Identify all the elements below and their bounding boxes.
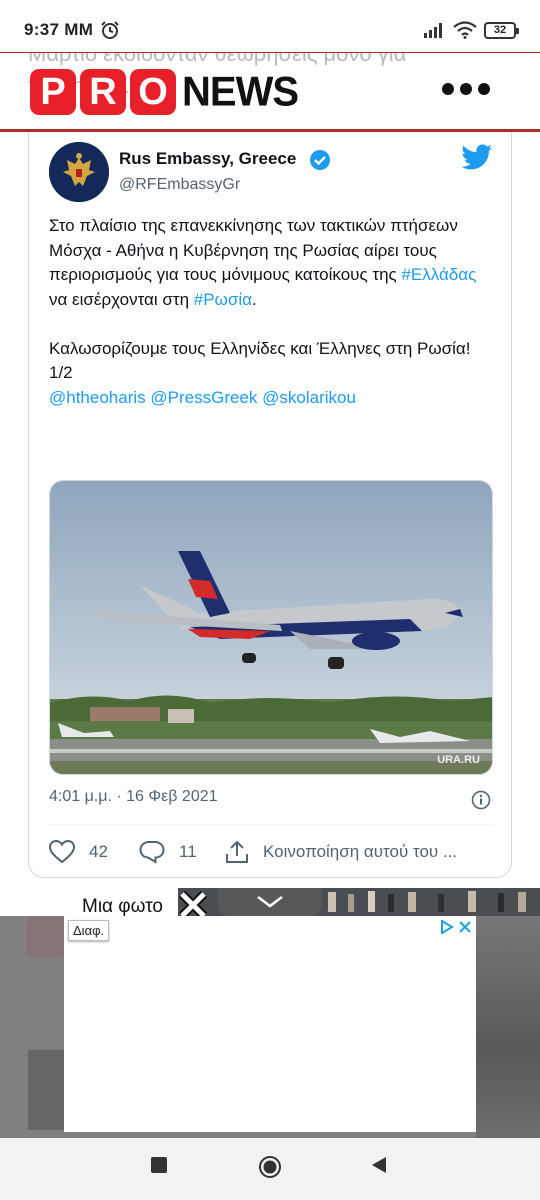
wifi-icon	[453, 21, 477, 39]
close-ad-icon[interactable]	[458, 920, 472, 934]
share-icon	[226, 840, 248, 863]
image-watermark: URA.RU	[437, 754, 480, 766]
instagram-icon	[26, 916, 66, 958]
recents-icon[interactable]	[150, 1156, 168, 1174]
alarm-icon	[101, 21, 119, 39]
backdrop-shadow	[28, 1050, 66, 1130]
info-icon[interactable]	[471, 790, 491, 810]
logo-letter: P	[30, 69, 76, 115]
tweet-text-segment: Στο πλαίσιο της επανεκκίνησης των τακτικ…	[49, 216, 458, 284]
logo-word: NEWS	[182, 68, 299, 115]
ad-choices[interactable]	[440, 920, 472, 934]
like-button[interactable]: 42	[49, 840, 108, 864]
battery-icon: 32	[484, 22, 519, 39]
verified-icon	[310, 150, 330, 170]
tweet-text-segment: να εισέρχονται στη	[49, 289, 194, 309]
system-navigation-bar	[0, 1138, 540, 1200]
share-label: Κοινοποίηση αυτού του ...	[263, 842, 458, 861]
status-bar: 9:37 MM 32	[0, 0, 540, 52]
site-header: Μαρτίο εκδίδονταν θεωρήσεις μόνο για τ τ…	[0, 52, 540, 132]
ad-label: Διαφ.	[68, 920, 110, 941]
hashtag-link[interactable]: #Ρωσία	[194, 290, 252, 309]
logo-letter: O	[130, 69, 176, 115]
heart-icon	[49, 840, 75, 864]
back-icon[interactable]	[370, 1156, 388, 1174]
ghost-article-text: Μαρτίο εκδίδονταν θεωρήσεις μόνο για	[28, 52, 407, 66]
more-menu-button[interactable]	[442, 83, 490, 95]
twitter-icon[interactable]	[461, 144, 493, 172]
mention-link[interactable]: @PressGreek	[150, 388, 257, 407]
airplane-takeoff-photo	[50, 481, 492, 774]
tweet-timestamp[interactable]: 4:01 μ.μ. · 16 Φεβ 2021	[49, 788, 218, 806]
hashtag-link[interactable]: #Ελλάδας	[401, 265, 476, 284]
like-count: 42	[89, 842, 108, 861]
advertisement[interactable]: Διαφ.	[64, 916, 476, 1132]
home-icon[interactable]	[258, 1155, 282, 1179]
mention-link[interactable]: @htheoharis	[49, 388, 146, 407]
dot-icon	[460, 83, 472, 95]
backdrop-photo	[476, 916, 540, 1138]
tweet-text-segment: .	[251, 289, 257, 309]
chevron-down-icon	[257, 896, 283, 908]
divider	[49, 824, 493, 825]
dot-icon	[478, 83, 490, 95]
adchoices-icon[interactable]	[440, 920, 454, 934]
reply-icon	[139, 841, 165, 864]
tweet-text-segment: Καλωσορίζουμε τους Ελληνίδες και Έλληνες…	[49, 338, 471, 358]
tweet-text-segment: 1/2	[49, 363, 73, 382]
logo-letter: R	[80, 69, 126, 115]
tweet-author-name[interactable]: Rus Embassy, Greece	[119, 149, 296, 169]
signal-icon	[424, 23, 442, 38]
article-text: Μια φωτο	[82, 896, 164, 917]
share-button[interactable]: Κοινοποίηση αυτού του ...	[225, 840, 495, 864]
site-logo[interactable]: P R O NEWS	[30, 68, 299, 115]
reply-button[interactable]: 11	[139, 840, 197, 864]
dot-icon	[442, 83, 454, 95]
reply-count: 11	[179, 842, 197, 861]
status-time: 9:37 MM	[24, 20, 94, 39]
tweet-text: Στο πλαίσιο της επανεκκίνησης των τακτικ…	[49, 214, 499, 410]
mention-link[interactable]: @skolarikou	[262, 388, 356, 407]
russian-eagle-emblem-icon	[49, 142, 109, 202]
tweet-photo[interactable]: URA.RU	[49, 480, 493, 775]
collapse-ad-button[interactable]	[218, 888, 322, 918]
avatar[interactable]	[49, 142, 109, 202]
tweet-author-handle[interactable]: @RFEmbassyGr	[119, 176, 240, 194]
embedded-tweet[interactable]: Rus Embassy, Greece @RFEmbassyGr Στο πλα…	[28, 132, 512, 878]
